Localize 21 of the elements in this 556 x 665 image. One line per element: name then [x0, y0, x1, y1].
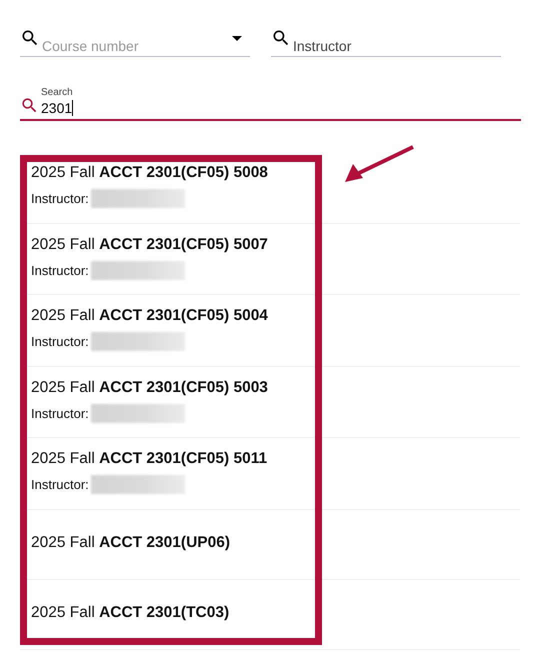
caret-icon — [232, 36, 242, 41]
search-icon — [20, 28, 40, 48]
course-title[interactable]: 2025 Fall ACCT 2301(CF05) 5004 — [31, 307, 520, 325]
search-value: 2301 — [41, 100, 74, 116]
course-title[interactable]: 2025 Fall ACCT 2301(CF05) 5008 — [31, 164, 520, 182]
instructor-label: Instructor: — [31, 334, 89, 349]
instructor-field[interactable]: Instructor — [293, 38, 501, 54]
course-title[interactable]: 2025 Fall ACCT 2301(UP06) — [31, 534, 520, 552]
course-number-dropdown[interactable]: Course number — [42, 38, 250, 54]
course-title[interactable]: 2025 Fall ACCT 2301(CF05) 5007 — [31, 236, 520, 254]
search-icon — [20, 96, 39, 115]
search-icon — [271, 28, 291, 48]
instructor-label: Instructor: — [31, 191, 89, 206]
course-title[interactable]: 2025 Fall ACCT 2301(TC03) — [31, 604, 520, 622]
instructor-label: Instructor: — [31, 477, 89, 492]
instructor-label: Instructor: — [31, 406, 89, 420]
course-title[interactable]: 2025 Fall ACCT 2301(CF05) 5003 — [31, 378, 520, 396]
course-title[interactable]: 2025 Fall ACCT 2301(CF05) 5011 — [31, 450, 520, 468]
search-field[interactable]: Search 2301 — [20, 82, 521, 121]
search-label: Search — [41, 87, 73, 98]
instructor-label: Instructor: — [31, 262, 89, 278]
